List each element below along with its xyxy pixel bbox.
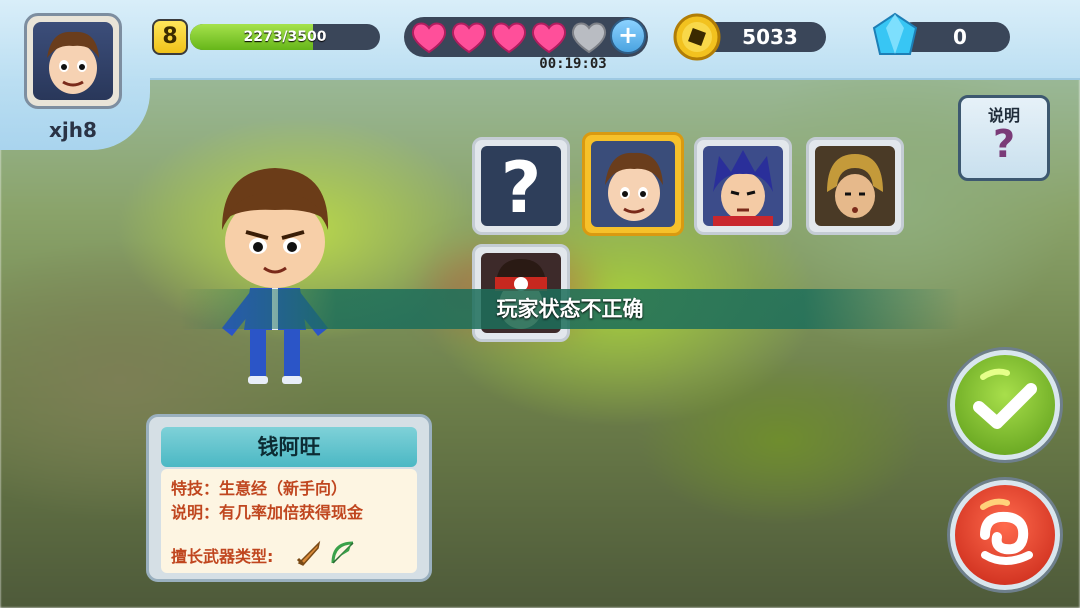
character-info-body: 特技：生意经（新手向） 说明：有几率加倍获得现金 擅长武器类型: bbox=[161, 469, 417, 573]
character-slot-golden-helmet[interactable] bbox=[806, 137, 904, 235]
heart-full-icon bbox=[451, 22, 487, 54]
question-mark-icon: ? bbox=[500, 147, 542, 226]
player-avatar-face-icon bbox=[47, 31, 99, 94]
heart-empty-icon bbox=[571, 22, 607, 54]
player-name: xjh8 bbox=[49, 118, 97, 142]
character-slot-random[interactable]: ? bbox=[472, 137, 570, 235]
character-portrait-golden-helmet-icon bbox=[827, 154, 883, 218]
stamina-timer: 00:19:03 bbox=[539, 56, 607, 72]
character-info-card: 钱阿旺 特技：生意经（新手向） 说明：有几率加倍获得现金 擅长武器类型: bbox=[146, 414, 432, 582]
gem-amount: 0 bbox=[953, 25, 967, 49]
help-question-icon: ? bbox=[992, 122, 1016, 166]
character-skill: 特技：生意经（新手向） bbox=[171, 479, 348, 498]
confirm-button[interactable] bbox=[950, 350, 1060, 460]
hero-character-model bbox=[222, 168, 329, 384]
xp-text: 2273/3500 bbox=[243, 29, 327, 45]
character-slot-blue-hair[interactable] bbox=[694, 137, 792, 235]
weapon-type-label: 擅长武器类型: bbox=[171, 547, 274, 566]
sword-icon bbox=[296, 540, 321, 566]
player-avatar[interactable] bbox=[24, 13, 122, 109]
checkmark-icon bbox=[973, 368, 1037, 429]
coin-amount: 5033 bbox=[742, 25, 798, 49]
status-message-text: 玩家状态不正确 bbox=[496, 297, 644, 321]
coin-icon bbox=[673, 13, 721, 61]
help-button[interactable]: 说明 ? bbox=[958, 95, 1050, 181]
character-portrait-brown-hair-icon bbox=[605, 152, 663, 221]
heart-full-icon bbox=[491, 22, 527, 54]
character-name: 钱阿旺 bbox=[161, 427, 417, 467]
add-stamina-button[interactable]: + bbox=[610, 18, 646, 54]
back-button[interactable] bbox=[950, 480, 1060, 590]
status-message-banner: 玩家状态不正确 bbox=[180, 289, 960, 329]
bow-icon bbox=[331, 541, 354, 564]
swirl-back-icon bbox=[980, 498, 1033, 565]
heart-full-icon bbox=[531, 22, 567, 54]
xp-progress-bar: 2273/3500 bbox=[190, 24, 380, 50]
character-description: 说明：有几率加倍获得现金 bbox=[171, 503, 364, 522]
level-badge: 8 bbox=[152, 19, 188, 55]
character-slot-brown-hair[interactable] bbox=[582, 132, 684, 236]
heart-full-icon bbox=[411, 22, 447, 54]
character-portrait-blue-hair-icon bbox=[713, 150, 773, 226]
